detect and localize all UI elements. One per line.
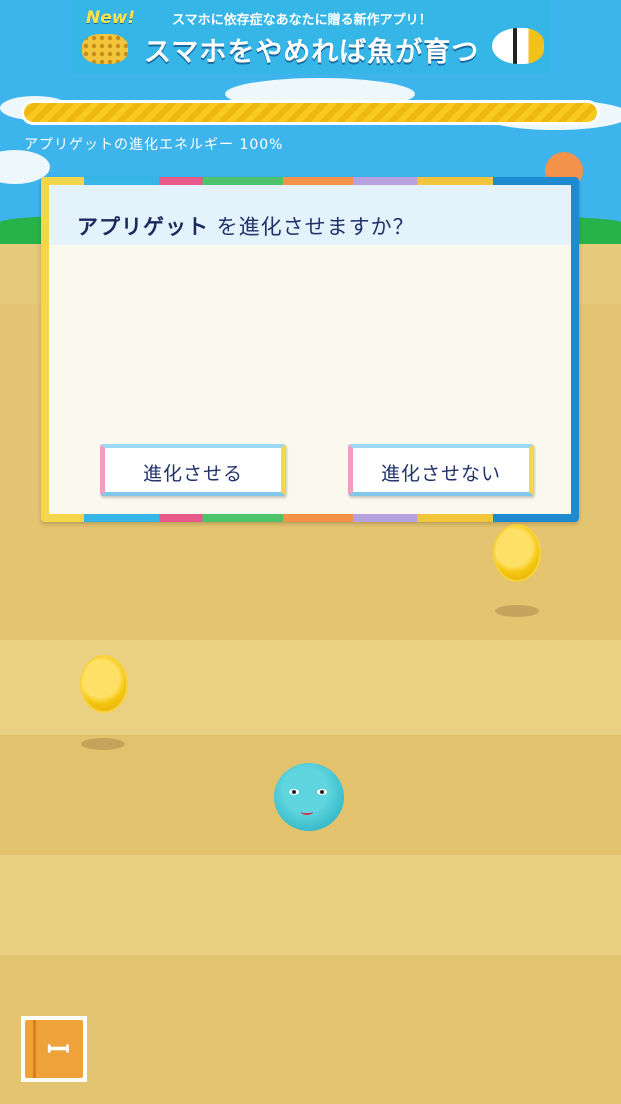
energy-label: アプリゲットの進化エネルギー 100% bbox=[24, 137, 284, 153]
coin-shadow bbox=[81, 738, 125, 750]
dialog-question-text: を進化させますか？ bbox=[209, 215, 415, 239]
energy-bar-fill bbox=[24, 103, 597, 122]
butterflyfish-icon bbox=[492, 28, 544, 64]
book-symbol: ꟷ bbox=[47, 1033, 70, 1066]
pufferfish-icon bbox=[82, 34, 128, 64]
creature-eye bbox=[289, 789, 299, 795]
creature-mouth bbox=[301, 809, 313, 815]
do-not-evolve-button[interactable]: 進化させない bbox=[348, 444, 534, 496]
sand-band bbox=[0, 855, 621, 955]
encyclopedia-button[interactable]: ꟷ bbox=[21, 1016, 87, 1082]
energy-bar bbox=[21, 100, 600, 125]
ad-subtitle: スマホに依存症なあなたに贈る新作アプリ！ bbox=[172, 13, 432, 28]
book-icon: ꟷ bbox=[25, 1020, 83, 1078]
creature-eye bbox=[317, 789, 327, 795]
ad-banner[interactable]: New! スマホに依存症なあなたに贈る新作アプリ！ スマホをやめれば魚が育つ bbox=[72, 0, 550, 74]
ad-title: スマホをやめれば魚が育つ bbox=[144, 37, 480, 68]
coin-icon[interactable] bbox=[80, 655, 128, 713]
coin-shadow bbox=[495, 605, 539, 617]
dialog-app-name: アプリゲット bbox=[77, 215, 209, 239]
creature-character[interactable] bbox=[274, 763, 344, 831]
evolve-button[interactable]: 進化させる bbox=[100, 444, 286, 496]
dialog-question: アプリゲット を進化させますか？ bbox=[77, 211, 415, 241]
book-spine bbox=[33, 1020, 36, 1078]
sand-band bbox=[0, 955, 621, 1104]
dialog-panel: アプリゲット を進化させますか？ 進化させる 進化させない bbox=[49, 185, 571, 514]
coin-icon[interactable] bbox=[493, 524, 541, 582]
ad-new-badge: New! bbox=[86, 8, 136, 28]
evolve-dialog: アプリゲット を進化させますか？ 進化させる 進化させない bbox=[41, 177, 579, 522]
